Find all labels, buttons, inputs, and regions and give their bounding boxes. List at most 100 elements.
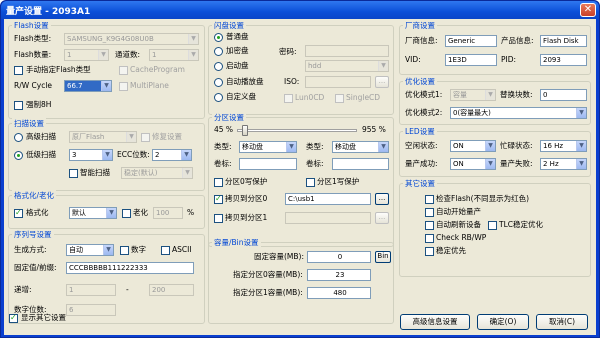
custom-disk-radio[interactable] bbox=[214, 93, 223, 102]
fail-select[interactable]: 2 Hz ▼ bbox=[540, 158, 587, 170]
smart-scan-checkbox[interactable] bbox=[69, 169, 78, 178]
scan-settings-title: 扫描设置 bbox=[12, 118, 46, 129]
mode1-select[interactable]: 容量 ▼ bbox=[450, 89, 496, 101]
ecc-select[interactable]: 2 ▼ bbox=[152, 149, 192, 161]
boot-disk-radio[interactable] bbox=[214, 62, 223, 71]
partition1-type-value: 移动盘 bbox=[335, 143, 356, 151]
high-scan-radio[interactable] bbox=[14, 133, 23, 142]
force-8h-checkbox[interactable] bbox=[14, 101, 23, 110]
mode2-label: 优化模式2: bbox=[405, 108, 443, 117]
normal-disk-radio[interactable] bbox=[214, 33, 223, 42]
prefix-input[interactable]: CCCBBBBB111222333 bbox=[66, 262, 194, 274]
check-rbwp-checkbox[interactable] bbox=[425, 234, 434, 243]
partition1-type-select[interactable]: 移动盘 ▼ bbox=[332, 141, 389, 153]
product-input[interactable]: Flash Disk bbox=[540, 35, 587, 47]
password-input[interactable] bbox=[305, 45, 389, 57]
copy1-checkbox[interactable] bbox=[214, 214, 223, 223]
fixed-capacity-label: 固定容量(MB): bbox=[254, 252, 304, 261]
mode2-select[interactable]: 0(容量最大) ▼ bbox=[450, 107, 587, 119]
p0-capacity-input[interactable]: 23 bbox=[307, 269, 371, 281]
volume1-input[interactable] bbox=[332, 158, 389, 170]
stable-first-checkbox[interactable] bbox=[425, 247, 434, 256]
cacheprogram-checkbox[interactable] bbox=[119, 66, 128, 75]
digits-input[interactable]: 6 bbox=[66, 304, 116, 316]
idle-select[interactable]: ON ▼ bbox=[450, 140, 496, 152]
low-scan-select[interactable]: 3 ▼ bbox=[69, 149, 113, 161]
multiplane-checkbox[interactable] bbox=[119, 82, 128, 91]
p0-protect-checkbox[interactable] bbox=[214, 178, 223, 187]
copy0-browse-button[interactable]: ... bbox=[375, 193, 389, 205]
type2-label: 类型: bbox=[306, 142, 324, 151]
aging-checkbox[interactable] bbox=[122, 209, 131, 218]
iso-input[interactable] bbox=[305, 76, 371, 88]
chevron-down-icon: ▼ bbox=[102, 150, 112, 160]
chevron-down-icon: ▼ bbox=[106, 208, 116, 218]
success-value: ON bbox=[453, 160, 464, 168]
channels-select[interactable]: 1 ▼ bbox=[149, 49, 199, 61]
busy-select[interactable]: 16 Hz ▼ bbox=[540, 140, 587, 152]
low-scan-radio[interactable] bbox=[14, 151, 23, 160]
show-other-checkbox[interactable] bbox=[9, 313, 18, 323]
force-8h-label: 强制8H bbox=[26, 100, 52, 109]
bin-button[interactable]: Bin bbox=[375, 251, 391, 263]
vendor-input[interactable]: Generic bbox=[445, 35, 497, 47]
partition0-type-select[interactable]: 移动盘 ▼ bbox=[239, 141, 297, 153]
copy1-input[interactable] bbox=[285, 212, 371, 224]
cancel-button[interactable]: 取消(C) bbox=[536, 314, 588, 330]
encrypt-disk-radio[interactable] bbox=[214, 47, 223, 56]
manual-flash-label: 手动指定Flash类型 bbox=[26, 65, 91, 74]
serial-mode-select[interactable]: 自动 ▼ bbox=[66, 244, 114, 256]
format-checkbox[interactable] bbox=[14, 208, 23, 218]
lun0cd-checkbox[interactable] bbox=[284, 94, 293, 103]
p1-capacity-input[interactable]: 480 bbox=[307, 287, 371, 299]
fixed-capacity-input[interactable]: 0 bbox=[307, 251, 371, 263]
optimize-title: 优化设置 bbox=[403, 76, 437, 87]
smart-scan-label: 智能扫描 bbox=[80, 168, 110, 177]
pid-input[interactable]: 2093 bbox=[540, 54, 587, 66]
advanced-settings-button[interactable]: 高级信息设置 bbox=[400, 314, 470, 330]
serial-mode-value: 自动 bbox=[69, 246, 83, 254]
step-to-input[interactable]: 200 bbox=[149, 284, 194, 296]
ok-button[interactable]: 确定(O) bbox=[477, 314, 529, 330]
rw-cycle-select[interactable]: 66.7 ▼ bbox=[64, 80, 112, 92]
success-select[interactable]: ON ▼ bbox=[450, 158, 496, 170]
copy0-checkbox[interactable] bbox=[214, 194, 223, 204]
stable-select[interactable]: 稳定(默认) ▼ bbox=[121, 167, 193, 179]
volume0-input[interactable] bbox=[239, 158, 297, 170]
chevron-down-icon: ▼ bbox=[188, 34, 198, 44]
high-scan-select[interactable]: 原厂Flash ▼ bbox=[69, 131, 137, 143]
aging-label: 老化 bbox=[133, 208, 148, 217]
boot-type-select[interactable]: hdd ▼ bbox=[305, 60, 389, 72]
iso-browse-button[interactable]: ... bbox=[375, 76, 389, 88]
tlc-checkbox[interactable] bbox=[488, 221, 497, 230]
prefix-label: 固定值/前缀: bbox=[14, 263, 57, 272]
partition-slider-thumb[interactable] bbox=[242, 125, 248, 136]
autoplay-disk-radio[interactable] bbox=[214, 78, 223, 87]
led-title: LED设置 bbox=[403, 126, 437, 137]
ascii-checkbox[interactable] bbox=[161, 246, 170, 255]
close-icon[interactable]: ✕ bbox=[580, 3, 596, 17]
p1-protect-checkbox[interactable] bbox=[306, 178, 315, 187]
aging-input[interactable]: 100 bbox=[153, 207, 183, 219]
check-flash-checkbox[interactable] bbox=[425, 195, 434, 204]
chevron-down-icon: ▼ bbox=[286, 142, 296, 152]
flash-count-select[interactable]: 1 ▼ bbox=[64, 49, 109, 61]
vid-input[interactable]: 1E3D bbox=[445, 54, 497, 66]
chevron-down-icon: ▼ bbox=[576, 159, 586, 169]
auto-start-checkbox[interactable] bbox=[425, 208, 434, 217]
auto-refresh-checkbox[interactable] bbox=[425, 221, 434, 230]
copy0-input[interactable]: C:\usb1 bbox=[285, 193, 371, 205]
title-bar: 量产设置 - 2093A1 ✕ bbox=[1, 1, 599, 19]
password-label: 密码: bbox=[279, 47, 297, 56]
digit-checkbox[interactable] bbox=[120, 246, 129, 255]
singlecd-checkbox[interactable] bbox=[335, 94, 344, 103]
format-group: 格式化/老化 格式化 默认 ▼ 老化 100 % bbox=[8, 190, 205, 229]
manual-flash-checkbox[interactable] bbox=[14, 66, 23, 75]
step-from-input[interactable]: 1 bbox=[66, 284, 116, 296]
vendor-group: 厂商设置 厂商信息: Generic 产品信息: Flash Disk VID:… bbox=[399, 20, 591, 75]
copy1-browse-button[interactable]: ... bbox=[375, 212, 389, 224]
repair-checkbox[interactable] bbox=[141, 133, 150, 142]
swap-input[interactable]: 0 bbox=[540, 89, 587, 101]
flash-type-select[interactable]: SAMSUNG_K9G4G08U0B ▼ bbox=[64, 33, 199, 45]
format-select[interactable]: 默认 ▼ bbox=[69, 207, 117, 219]
